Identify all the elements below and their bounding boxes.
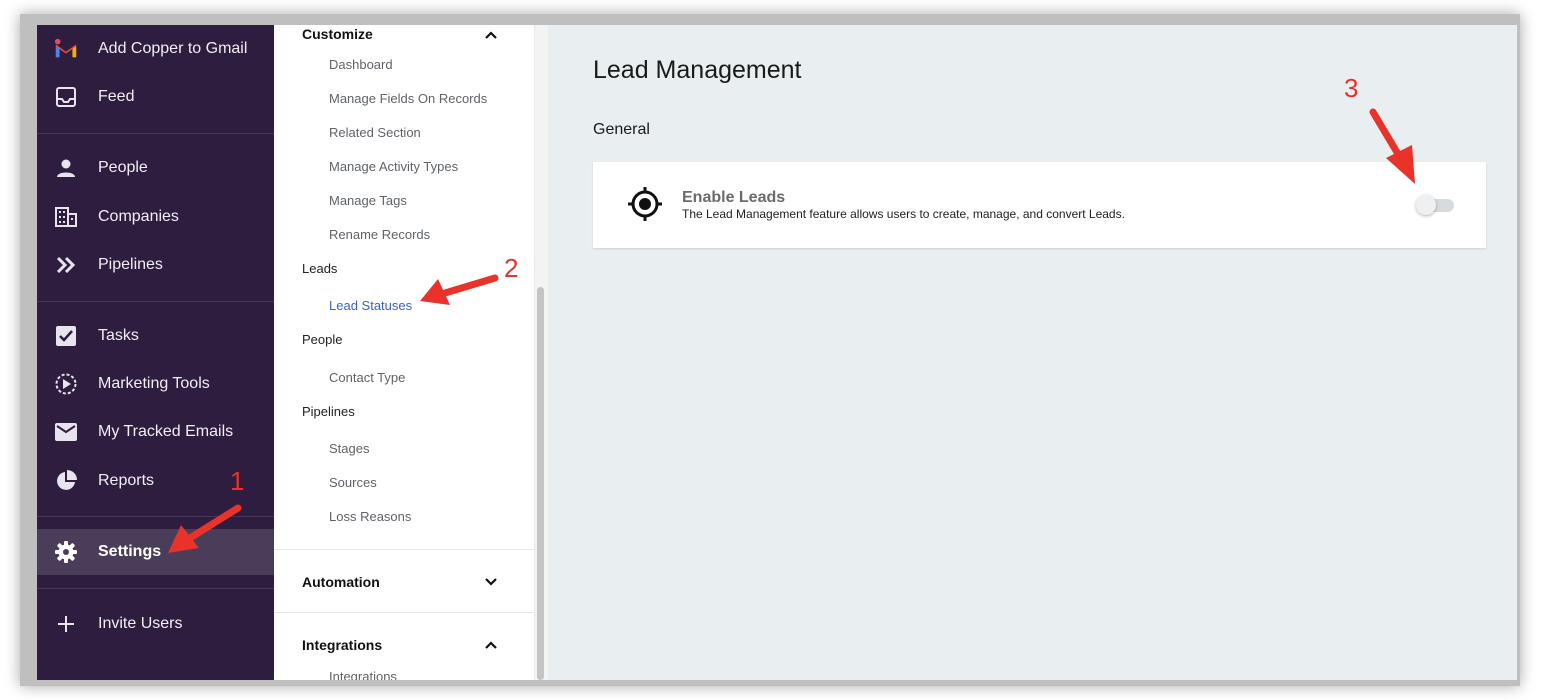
- chevron-up-icon[interactable]: [483, 27, 499, 43]
- nav-item-settings[interactable]: Settings: [37, 529, 274, 575]
- submenu-item-lead-statuses[interactable]: Lead Statuses: [329, 298, 412, 313]
- enable-leads-card: Enable Leads The Lead Management feature…: [593, 162, 1486, 248]
- nav-item-my-tracked-emails[interactable]: My Tracked Emails: [37, 409, 274, 455]
- building-icon: [54, 205, 78, 229]
- submenu-category-pipelines: Pipelines: [302, 404, 355, 419]
- inbox-icon: [54, 85, 78, 109]
- annotation-label-3: 3: [1344, 73, 1359, 103]
- submenu-item-sources[interactable]: Sources: [329, 475, 377, 490]
- chevron-down-icon[interactable]: [483, 574, 499, 590]
- submenu-item-related-section[interactable]: Related Section: [329, 125, 421, 140]
- double-chevron-icon: [54, 253, 78, 277]
- submenu-item-dashboard[interactable]: Dashboard: [329, 57, 393, 72]
- nav-item-companies[interactable]: Companies: [37, 194, 274, 240]
- nav-divider: [37, 588, 274, 589]
- nav-label: Invite Users: [98, 615, 183, 632]
- nav-item-marketing-tools[interactable]: Marketing Tools: [37, 361, 274, 407]
- submenu-item-contact-type[interactable]: Contact Type: [329, 370, 405, 385]
- play-circle-icon: [54, 372, 78, 396]
- nav-label: Marketing Tools: [98, 375, 210, 392]
- nav-divider: [37, 516, 274, 517]
- nav-item-pipelines[interactable]: Pipelines: [37, 242, 274, 288]
- submenu-item-stages[interactable]: Stages: [329, 441, 369, 456]
- nav-label: Tasks: [98, 327, 139, 344]
- submenu-item-manage-tags[interactable]: Manage Tags: [329, 193, 407, 208]
- nav-label: My Tracked Emails: [98, 423, 234, 440]
- chevron-up-icon[interactable]: [483, 637, 499, 653]
- submenu-heading-automation[interactable]: Automation: [302, 574, 380, 590]
- submenu-heading-integrations[interactable]: Integrations: [302, 637, 382, 653]
- annotation-label-2: 2: [504, 253, 519, 283]
- envelope-icon: [54, 420, 78, 444]
- nav-divider: [37, 301, 274, 302]
- submenu-scrollbar-thumb[interactable]: [537, 287, 544, 680]
- nav-label: Add Copper to Gmail: [98, 40, 248, 57]
- section-label-general: General: [593, 121, 650, 138]
- submenu-divider: [274, 612, 534, 613]
- submenu-item-manage-fields[interactable]: Manage Fields On Records: [329, 91, 487, 106]
- target-icon: [628, 187, 662, 221]
- pie-chart-icon: [54, 469, 78, 493]
- nav-divider: [37, 133, 274, 134]
- nav-label: Companies: [98, 208, 179, 225]
- person-icon: [54, 156, 78, 180]
- nav-item-add-copper-to-gmail[interactable]: Add Copper to Gmail: [37, 26, 274, 72]
- submenu-item-integrations[interactable]: Integrations: [329, 669, 397, 680]
- nav-item-invite-users[interactable]: Invite Users: [37, 601, 274, 647]
- nav-label: Reports: [98, 472, 155, 489]
- enable-leads-title: Enable Leads: [682, 189, 786, 206]
- gmail-icon: [54, 37, 78, 61]
- nav-item-feed[interactable]: Feed: [37, 74, 274, 120]
- nav-label: Pipelines: [98, 256, 163, 273]
- nav-label: Settings: [98, 543, 162, 560]
- toggle-knob: [1416, 195, 1436, 215]
- main-nav: Add Copper to Gmail Feed People Companie…: [37, 25, 274, 680]
- main-content: Lead Management General Enable Leads The…: [548, 25, 1517, 680]
- enable-leads-description: The Lead Management feature allows users…: [682, 207, 1125, 221]
- page-title: Lead Management: [593, 56, 802, 84]
- nav-label: People: [98, 159, 148, 176]
- gear-icon: [54, 540, 78, 564]
- submenu-category-leads: Leads: [302, 261, 338, 276]
- nav-item-people[interactable]: People: [37, 145, 274, 191]
- annotation-label-1: 1: [230, 466, 245, 496]
- submenu-category-people: People: [302, 332, 343, 347]
- app-window: Add Copper to Gmail Feed People Companie…: [37, 25, 1517, 680]
- submenu-item-rename-records[interactable]: Rename Records: [329, 227, 430, 242]
- submenu-item-manage-activity-types[interactable]: Manage Activity Types: [329, 159, 458, 174]
- nav-label: Feed: [98, 88, 135, 105]
- checkbox-icon: [54, 324, 78, 348]
- settings-submenu: Customize Dashboard Manage Fields On Rec…: [274, 25, 534, 680]
- submenu-heading-customize: Customize: [302, 26, 373, 42]
- submenu-item-loss-reasons[interactable]: Loss Reasons: [329, 509, 411, 524]
- nav-item-tasks[interactable]: Tasks: [37, 313, 274, 359]
- enable-leads-toggle[interactable]: [1416, 195, 1456, 215]
- plus-icon: [54, 612, 78, 636]
- submenu-divider: [274, 549, 534, 550]
